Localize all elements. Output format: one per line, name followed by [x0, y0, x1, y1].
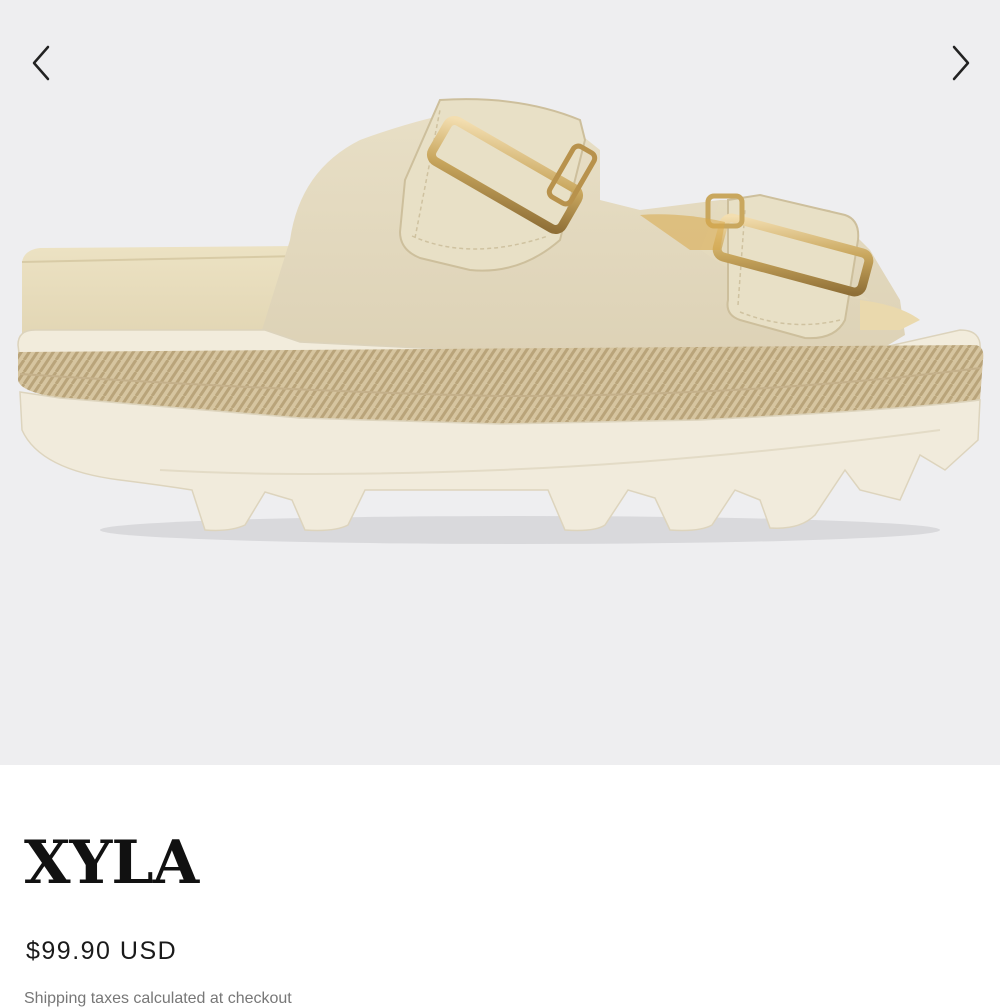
- product-image-gallery: [0, 0, 1000, 765]
- product-info: XYLA $99.90 USD Shipping taxes calculate…: [0, 765, 1000, 1007]
- chevron-left-icon: [32, 45, 50, 81]
- product-image: [17, 98, 984, 544]
- chevron-right-icon: [952, 45, 970, 81]
- product-price: $99.90 USD: [26, 937, 178, 965]
- shipping-note: Shipping taxes calculated at checkout: [24, 990, 292, 1007]
- product-title: XYLA: [24, 828, 199, 898]
- previous-image-button[interactable]: [16, 38, 66, 88]
- next-image-button[interactable]: [936, 38, 986, 88]
